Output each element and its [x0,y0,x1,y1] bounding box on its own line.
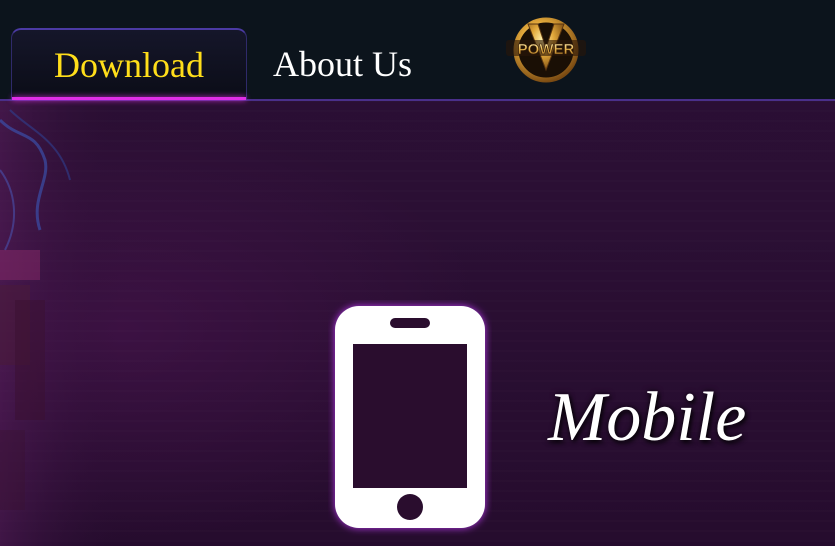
logo-text: POWER [518,41,575,58]
tab-about-us-label: About Us [272,43,412,84]
mobile-phone-icon[interactable] [328,300,492,536]
platform-label[interactable]: Mobile [548,378,746,458]
top-nav: Download About Us POWER [0,0,835,101]
vpower-logo-icon[interactable]: POWER [504,16,588,84]
tab-download[interactable]: Download [11,28,247,100]
page: Download About Us POWER Mobile [0,0,835,546]
tab-download-label: Download [54,44,204,85]
decorative-art [0,100,120,546]
tab-about-us[interactable]: About Us [255,28,430,99]
